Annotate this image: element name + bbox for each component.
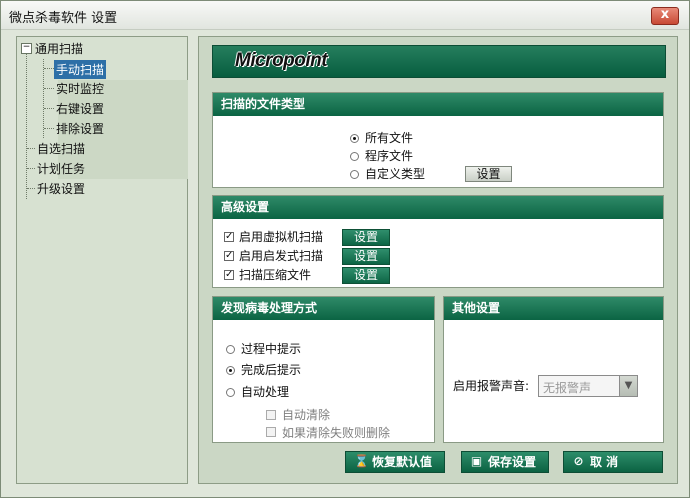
save-settings-button[interactable]: ▣ 保存设置 [461, 451, 549, 473]
heuristic-settings-button[interactable]: 设置 [342, 248, 390, 265]
cancel-button[interactable]: ⊘ 取 消 [563, 451, 663, 473]
restore-defaults-button[interactable]: ⌛ 恢复默认值 [345, 451, 445, 473]
advanced-settings-section: 高级设置 ✓ 启用虚拟机扫描 设置 ✓ 启用启发式扫描 设置 ✓ 扫描压缩文件 … [212, 195, 664, 288]
save-settings-label: 保存设置 [488, 455, 537, 469]
tree-line [44, 88, 54, 89]
window-title: 微点杀毒软件 设置 [9, 11, 118, 26]
sidebar-item-scheduled-tasks[interactable]: 计划任务 [37, 160, 85, 177]
tree-line [27, 168, 35, 169]
other-settings-header: 其他设置 [444, 297, 663, 320]
radio-auto-handle-label: 自动处理 [241, 385, 290, 399]
auto-clean-label: 自动清除 [282, 408, 331, 422]
radio-prompt-during-scan-label: 过程中提示 [241, 342, 302, 356]
radio-prompt-after-scan-label: 完成后提示 [241, 363, 302, 377]
settings-sidebar: − 通用扫描 手动扫描 实时监控 右键设置 排除设置 自选扫描 计划任务 升级设… [16, 36, 188, 484]
cancel-label: 取 消 [590, 455, 619, 469]
radio-prompt-during-scan[interactable] [226, 345, 235, 354]
save-icon: ▣ [470, 454, 483, 468]
auto-clean-checkbox[interactable] [266, 410, 276, 420]
advanced-settings-header: 高级设置 [213, 196, 663, 219]
restore-defaults-label: 恢复默认值 [372, 455, 433, 469]
tree-line [26, 54, 27, 199]
chevron-down-icon[interactable]: ▼ [619, 376, 637, 396]
sidebar-item-context-menu[interactable]: 右键设置 [56, 100, 104, 117]
compressed-file-scan-label: 扫描压缩文件 [239, 268, 312, 282]
heuristic-scan-checkbox[interactable]: ✓ [224, 251, 234, 261]
alarm-sound-label: 启用报警声音: [453, 379, 530, 393]
tree-line [27, 148, 35, 149]
micropoint-logo: Micropoint [235, 50, 328, 71]
compressed-file-scan-checkbox[interactable]: ✓ [224, 270, 234, 280]
close-button[interactable]: x [651, 7, 679, 25]
sidebar-item-upgrade-settings[interactable]: 升级设置 [37, 180, 85, 197]
sidebar-item-manual-scan[interactable]: 手动扫描 [54, 60, 107, 79]
title-bar: 微点杀毒软件 设置 x [1, 1, 689, 30]
micropoint-banner: Micropoint [212, 45, 666, 78]
radio-program-files[interactable] [350, 152, 359, 161]
radio-custom-types-label: 自定义类型 [365, 167, 426, 181]
radio-program-files-label: 程序文件 [365, 149, 414, 163]
radio-auto-handle[interactable] [226, 388, 235, 397]
settings-window: 微点杀毒软件 设置 x − 通用扫描 手动扫描 实时监控 右键设置 排除设置 自… [0, 0, 690, 498]
tree-line [27, 188, 35, 189]
custom-types-settings-button[interactable]: 设置 [465, 166, 512, 182]
compressed-file-settings-button[interactable]: 设置 [342, 267, 390, 284]
hourglass-icon: ⌛ [354, 454, 369, 468]
radio-all-files[interactable] [350, 134, 359, 143]
file-types-section: 扫描的文件类型 所有文件 程序文件 自定义类型 设置 [212, 92, 664, 188]
radio-prompt-after-scan[interactable] [226, 366, 235, 375]
virtual-machine-scan-checkbox[interactable]: ✓ [224, 232, 234, 242]
delete-on-clean-failure-checkbox[interactable] [266, 427, 276, 437]
cancel-icon: ⊘ [573, 454, 584, 468]
delete-on-clean-failure-label: 如果清除失败则删除 [282, 426, 391, 440]
virtual-machine-scan-label: 启用虚拟机扫描 [239, 230, 324, 244]
tree-line [44, 108, 54, 109]
sidebar-item-realtime-monitor[interactable]: 实时监控 [56, 80, 104, 97]
other-settings-section: 其他设置 启用报警声音: [443, 296, 664, 443]
sidebar-item-exclusions[interactable]: 排除设置 [56, 120, 104, 137]
alarm-sound-value: 无报警声 [543, 381, 592, 395]
virtual-machine-settings-button[interactable]: 设置 [342, 229, 390, 246]
alarm-sound-select[interactable]: 无报警声 ▼ [538, 375, 638, 397]
radio-all-files-label: 所有文件 [365, 131, 414, 145]
radio-custom-types[interactable] [350, 170, 359, 179]
tree-line [43, 59, 44, 138]
collapse-icon[interactable]: − [21, 43, 32, 54]
sidebar-item-custom-scan[interactable]: 自选扫描 [37, 140, 85, 157]
tree-line [44, 128, 54, 129]
heuristic-scan-label: 启用启发式扫描 [239, 249, 324, 263]
virus-handling-section: 发现病毒处理方式 过程中提示 完成后提示 自动处理 自动清除 如果清除失败则删除 [212, 296, 435, 443]
tree-line [44, 68, 54, 69]
file-types-header: 扫描的文件类型 [213, 93, 663, 116]
sidebar-item-general-scan[interactable]: 通用扫描 [35, 40, 83, 57]
virus-handling-header: 发现病毒处理方式 [213, 297, 434, 320]
